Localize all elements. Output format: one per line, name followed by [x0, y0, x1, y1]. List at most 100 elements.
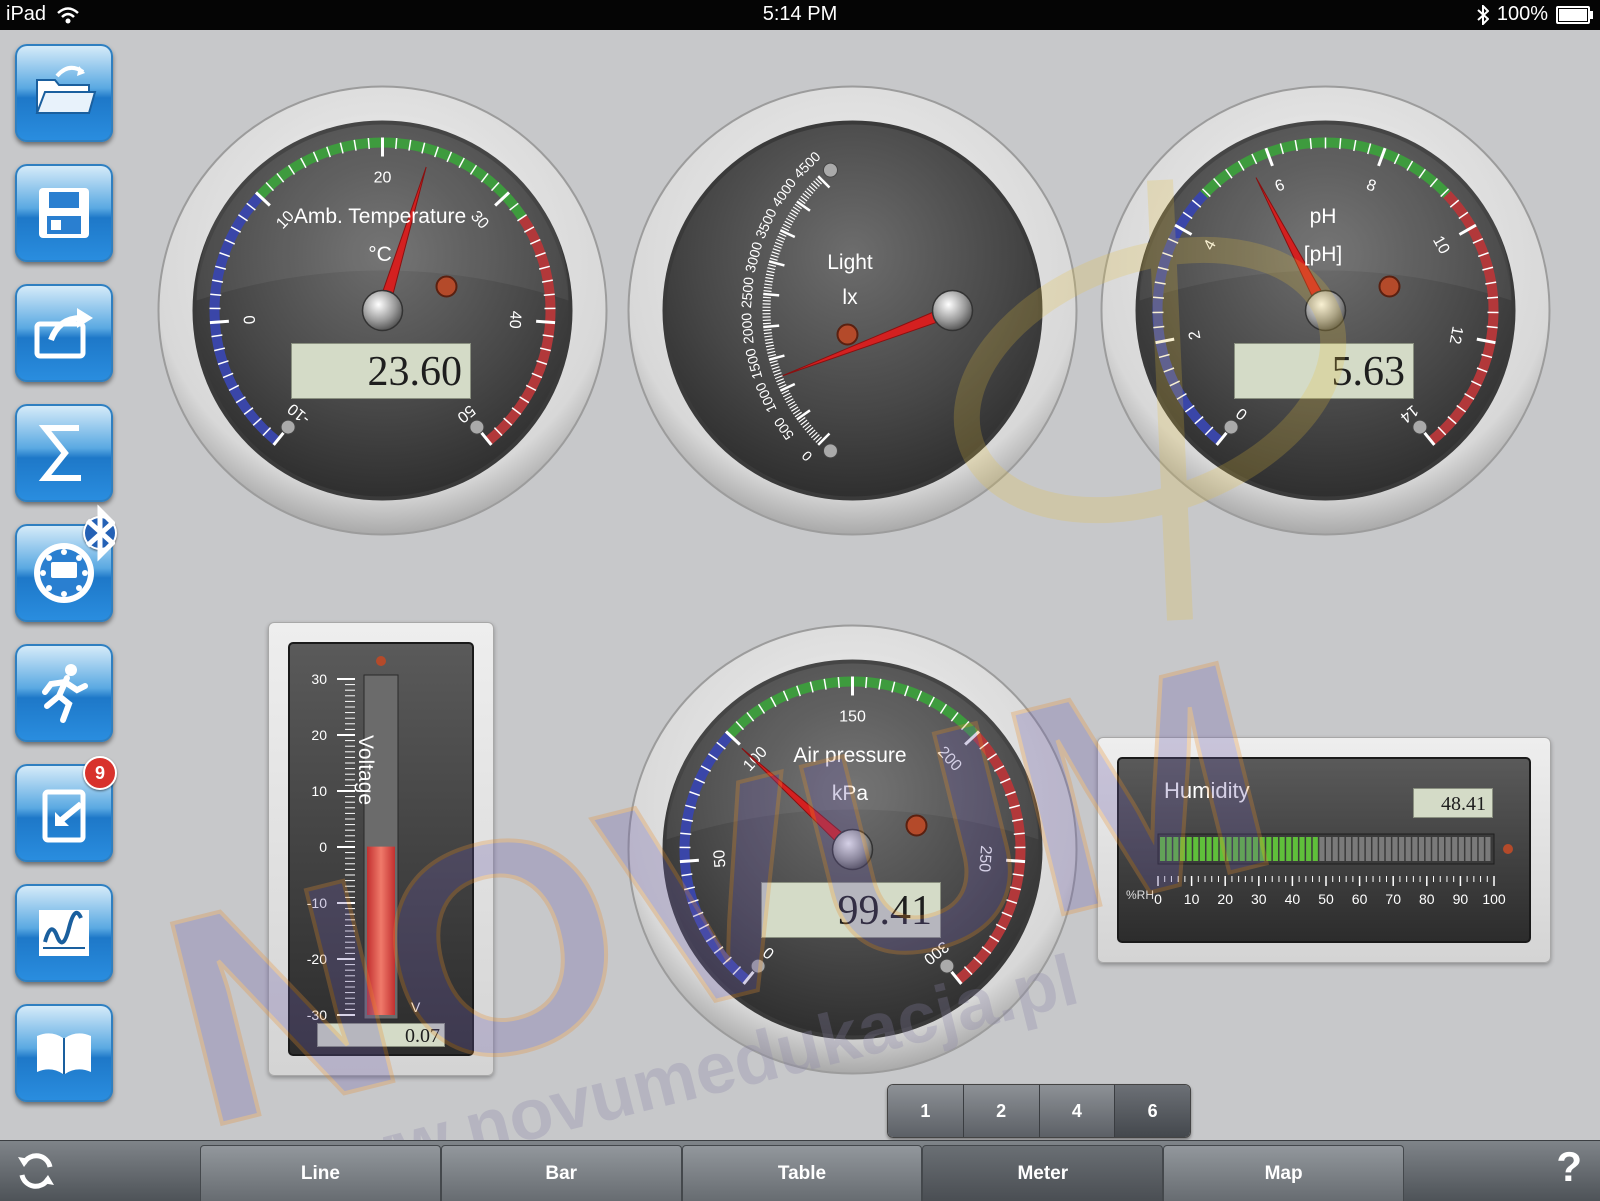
- gauge-tick: [1153, 297, 1164, 298]
- humidity-segment: [1479, 837, 1484, 861]
- page-button-4[interactable]: 4: [1040, 1085, 1116, 1137]
- graph-button[interactable]: [15, 884, 113, 982]
- humidity-segment: [1465, 837, 1470, 861]
- running-man-icon: [29, 658, 99, 728]
- humidity-segment: [1432, 837, 1437, 861]
- bluetooth-icon: [1477, 5, 1489, 25]
- gauge-stop-pin: [823, 163, 837, 177]
- light-title: Light: [795, 251, 905, 275]
- gauge-tick-label: 150: [839, 709, 866, 726]
- gauge-tick-label: 2000: [738, 312, 757, 345]
- voltage-tick-label: 0: [319, 839, 327, 855]
- voltage-tick-label: -20: [307, 951, 327, 967]
- gauge-tick: [210, 294, 221, 295]
- tab-meter[interactable]: Meter: [922, 1145, 1163, 1201]
- gauge-tick: [680, 833, 691, 834]
- gauge-stop-pin: [751, 959, 765, 973]
- page-button-1[interactable]: 1: [888, 1085, 964, 1137]
- voltage-tick-label: -10: [307, 895, 327, 911]
- humidity-segment: [1339, 837, 1344, 861]
- gauge-tick: [764, 291, 772, 292]
- page-button-6[interactable]: 6: [1115, 1085, 1190, 1137]
- humidity-segment: [1260, 837, 1265, 861]
- bottom-toolbar: Line Bar Table Meter Map ?: [0, 1140, 1600, 1201]
- humidity-segment: [1220, 837, 1225, 861]
- humidity-segment: [1406, 837, 1411, 861]
- humidity-segment: [1173, 837, 1178, 861]
- humidity-segment: [1366, 837, 1371, 861]
- gauge-tick: [1014, 833, 1025, 834]
- voltage-title: Voltage: [353, 735, 377, 805]
- alarm-indicator: [437, 277, 457, 297]
- voltage-tick-label: 20: [311, 727, 327, 743]
- gauge-tick: [838, 677, 839, 688]
- humidity-tick-label: 80: [1419, 891, 1435, 907]
- temperature-unit: °C: [335, 243, 425, 267]
- alarm-indicator: [1380, 277, 1400, 297]
- activity-button[interactable]: [15, 644, 113, 742]
- gauge-tick-label: 40: [506, 310, 524, 329]
- notification-badge: 9: [83, 756, 117, 790]
- gauge-stop-pin: [823, 444, 837, 458]
- gauge-tick-label: 50: [711, 849, 729, 868]
- humidity-segment: [1372, 837, 1377, 861]
- view-tabs: Line Bar Table Meter Map: [200, 1145, 1404, 1201]
- tab-map[interactable]: Map: [1163, 1145, 1404, 1201]
- gauge-tick: [1006, 860, 1025, 861]
- tab-table[interactable]: Table: [682, 1145, 923, 1201]
- humidity-tick-label: 10: [1184, 891, 1200, 907]
- humidity-segment: [1392, 837, 1397, 861]
- pressure-title: Air pressure: [760, 744, 940, 768]
- humidity-segment: [1485, 837, 1490, 861]
- humidity-segment: [1412, 837, 1417, 861]
- voltage-bar: [367, 847, 395, 1015]
- statistics-button[interactable]: [15, 404, 113, 502]
- gauge-stop-pin: [281, 420, 295, 434]
- save-button[interactable]: [15, 164, 113, 262]
- gauge-tick: [763, 323, 771, 324]
- battery-percent: 100%: [1497, 3, 1548, 26]
- tab-line[interactable]: Line: [200, 1145, 441, 1201]
- gauge-tick: [763, 297, 771, 298]
- help-book-button[interactable]: [15, 1004, 113, 1102]
- humidity-segment: [1167, 837, 1172, 861]
- voltage-panel: 3020100-10-20-30 Voltage V 0.07: [268, 622, 494, 1076]
- humidity-segment: [1293, 837, 1298, 861]
- humidity-segment: [1180, 837, 1185, 861]
- folder-open-icon: [29, 58, 99, 128]
- temperature-readout: 23.60: [291, 343, 471, 399]
- export-button[interactable]: [15, 284, 113, 382]
- humidity-unit: %RH: [1126, 888, 1154, 902]
- help-button[interactable]: ?: [1556, 1143, 1582, 1191]
- sensor-button[interactable]: [15, 524, 113, 622]
- gauge-stop-pin: [1224, 420, 1238, 434]
- share-arrow-icon: [29, 298, 99, 368]
- alarm-indicator: [376, 656, 386, 666]
- refresh-icon[interactable]: [14, 1149, 58, 1193]
- voltage-unit: V: [411, 999, 420, 1015]
- gauge-tick: [544, 294, 555, 295]
- import-button[interactable]: 9: [15, 764, 113, 862]
- humidity-segment: [1206, 837, 1211, 861]
- voltage-readout: 0.07: [317, 1023, 445, 1047]
- pressure-unit: kPa: [795, 782, 905, 806]
- humidity-segment: [1266, 837, 1271, 861]
- humidity-segment: [1452, 837, 1457, 861]
- tab-bar[interactable]: Bar: [441, 1145, 682, 1201]
- humidity-tick-label: 60: [1352, 891, 1368, 907]
- gauge-stop-pin: [1413, 420, 1427, 434]
- humidity-segment: [1359, 837, 1364, 861]
- gauge-tick: [1310, 138, 1311, 149]
- page-button-2[interactable]: 2: [964, 1085, 1040, 1137]
- gauge-tick: [368, 138, 369, 149]
- humidity-segment: [1472, 837, 1477, 861]
- humidity-segment: [1386, 837, 1391, 861]
- open-folder-button[interactable]: [15, 44, 113, 142]
- humidity-segment: [1299, 837, 1304, 861]
- ph-title: pH: [1268, 205, 1378, 229]
- pressure-readout: 99.41: [761, 882, 941, 938]
- battery-icon: [1556, 6, 1590, 24]
- humidity-tick-label: 20: [1217, 891, 1233, 907]
- voltage-tick-label: 30: [311, 671, 327, 687]
- humidity-segment: [1313, 837, 1318, 861]
